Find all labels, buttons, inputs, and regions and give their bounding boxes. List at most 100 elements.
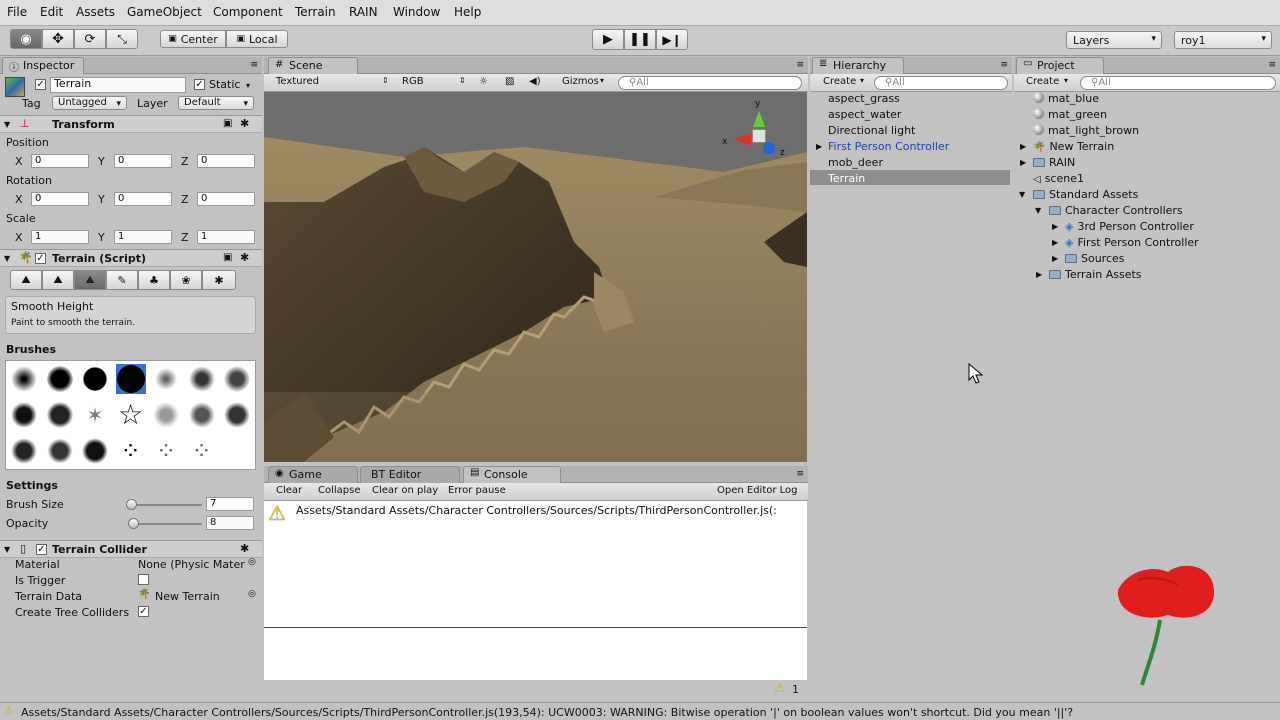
project-item-material[interactable]: mat_light_brown [1033, 124, 1139, 137]
hierarchy-item[interactable]: Directional light [828, 124, 915, 137]
image-toggle-icon[interactable]: ▨ [505, 76, 514, 87]
static-checkbox[interactable]: ✓ [194, 79, 205, 90]
clear-on-play-button[interactable]: Clear on play [372, 485, 438, 496]
menu-component[interactable]: Component [213, 5, 283, 19]
brush-size-field[interactable]: 7 [206, 497, 254, 511]
menu-gameobject[interactable]: GameObject [127, 5, 202, 19]
hierarchy-search-input[interactable]: ⚲All [874, 76, 1008, 90]
brush-swatch[interactable]: ⁘ [116, 436, 146, 466]
open-editor-log-button[interactable]: Open Editor Log [717, 485, 798, 496]
project-item-prefab[interactable]: ◈ 3rd Person Controller [1065, 220, 1194, 233]
brush-swatch[interactable]: ⁘ [151, 436, 181, 466]
pos-y-field[interactable]: 0 [114, 154, 172, 168]
opacity-field[interactable]: 8 [206, 516, 254, 530]
move-tool-button[interactable]: ✥ [42, 29, 74, 49]
expand-arrow-icon[interactable]: ▶ [1052, 238, 1058, 247]
scene-search-input[interactable]: ⚲All [618, 76, 802, 90]
terrain-collider-header[interactable]: ▼ ▯ ✓ Terrain Collider ✱ [0, 540, 262, 558]
hierarchy-item-selected[interactable]: Terrain [828, 172, 865, 185]
panel-menu-icon[interactable]: ≡ [1268, 60, 1276, 70]
static-dropdown-arrow[interactable]: ▾ [246, 81, 250, 90]
status-bar[interactable]: ⚠ Assets/Standard Assets/Character Contr… [0, 702, 1280, 720]
render-mode-dropdown[interactable]: Textured [276, 76, 319, 87]
brush-swatch[interactable] [9, 436, 39, 466]
brush-swatch[interactable] [187, 400, 217, 430]
menu-terrain[interactable]: Terrain [295, 5, 336, 19]
hierarchy-create-button[interactable]: Create [823, 76, 856, 87]
brush-swatch[interactable] [80, 364, 110, 394]
help-icon[interactable]: ▣ [223, 118, 232, 129]
layers-dropdown[interactable]: Layers [1066, 31, 1162, 49]
orientation-gizmo[interactable]: y x z [719, 95, 794, 170]
brush-swatch[interactable] [45, 364, 75, 394]
rot-y-field[interactable]: 0 [114, 192, 172, 206]
opacity-slider-thumb[interactable] [128, 518, 139, 529]
pos-x-field[interactable]: 0 [31, 154, 89, 168]
expand-arrow-icon[interactable]: ▶ [1036, 270, 1042, 279]
object-name-field[interactable]: Terrain [50, 77, 186, 93]
create-tree-colliders-checkbox[interactable]: ✓ [138, 606, 149, 617]
material-field[interactable]: None (Physic Mater [138, 558, 250, 571]
render-mode-arrow-icon[interactable]: ⇕ [382, 76, 389, 85]
project-item-material[interactable]: mat_blue [1033, 92, 1099, 105]
brush-swatch[interactable] [151, 400, 181, 430]
tag-dropdown[interactable]: Untagged [52, 96, 127, 110]
terrain-settings-tool-button[interactable]: ✱ [202, 270, 236, 290]
gizmos-dropdown[interactable]: Gizmos [562, 76, 599, 87]
brush-swatch[interactable] [9, 364, 39, 394]
expand-arrow-icon[interactable]: ▶ [1020, 142, 1026, 151]
project-item-folder[interactable]: Standard Assets [1033, 188, 1138, 201]
collapse-arrow-icon[interactable]: ▼ [1019, 190, 1025, 199]
panel-menu-icon[interactable]: ≡ [796, 469, 804, 479]
rot-z-field[interactable]: 0 [197, 192, 255, 206]
menu-file[interactable]: File [7, 5, 27, 19]
project-item-scene[interactable]: ◁ scene1 [1033, 172, 1084, 185]
collapse-arrow-icon[interactable]: ▼ [4, 545, 10, 554]
panel-menu-icon[interactable]: ≡ [250, 60, 258, 70]
clear-button[interactable]: Clear [276, 485, 302, 496]
expand-arrow-icon[interactable]: ▶ [1052, 254, 1058, 263]
view-tool-button[interactable]: ◉ [10, 29, 42, 49]
play-button[interactable]: ▶ [592, 29, 624, 50]
layer-dropdown[interactable]: Default [178, 96, 254, 110]
menu-assets[interactable]: Assets [76, 5, 115, 19]
brush-swatch[interactable] [187, 364, 217, 394]
hierarchy-item[interactable]: aspect_grass [828, 92, 900, 105]
project-item-material[interactable]: mat_green [1033, 108, 1107, 121]
tab-bt-editor[interactable]: BT Editor [360, 466, 460, 483]
gear-icon[interactable]: ✱ [240, 251, 249, 264]
paint-height-tool-button[interactable]: ⛰ [42, 270, 74, 290]
gizmos-arrow-icon[interactable]: ▾ [600, 76, 604, 85]
object-active-checkbox[interactable]: ✓ [35, 79, 46, 90]
lighting-toggle-icon[interactable]: ☼ [479, 76, 488, 87]
brush-size-slider-track[interactable] [128, 504, 202, 506]
collapse-arrow-icon[interactable]: ▼ [1035, 206, 1041, 215]
pivot-local-button[interactable]: ▣ Local [226, 30, 288, 48]
panel-menu-icon[interactable]: ≡ [796, 60, 804, 70]
scale-tool-button[interactable]: ⤡ [106, 29, 138, 49]
brush-swatch[interactable] [151, 364, 181, 394]
brush-swatch[interactable]: ⁘ [187, 436, 217, 466]
project-item-terrain[interactable]: 🌴 New Terrain [1033, 140, 1114, 153]
color-mode-dropdown[interactable]: RGB [402, 76, 424, 87]
brush-size-slider-thumb[interactable] [126, 499, 137, 510]
color-mode-arrow-icon[interactable]: ⇕ [459, 76, 466, 85]
collapse-button[interactable]: Collapse [318, 485, 361, 496]
panel-menu-icon[interactable]: ≡ [1000, 60, 1008, 70]
is-trigger-checkbox[interactable] [138, 574, 149, 585]
project-item-folder[interactable]: Sources [1065, 252, 1125, 265]
create-arrow-icon[interactable]: ▾ [1064, 76, 1068, 85]
brush-swatch[interactable]: ✶ [80, 400, 110, 430]
hierarchy-item[interactable]: aspect_water [828, 108, 901, 121]
gear-icon[interactable]: ✱ [240, 542, 249, 555]
menu-edit[interactable]: Edit [40, 5, 63, 19]
hierarchy-item-prefab[interactable]: First Person Controller [828, 140, 949, 153]
place-trees-tool-button[interactable]: ♣ [138, 270, 170, 290]
step-button[interactable]: ▶❙ [656, 29, 688, 50]
brush-swatch[interactable] [9, 400, 39, 430]
brush-swatch[interactable]: ☆ [116, 400, 146, 430]
collapse-arrow-icon[interactable]: ▼ [4, 120, 10, 129]
scl-y-field[interactable]: 1 [114, 230, 172, 244]
brush-swatch[interactable] [115, 364, 146, 394]
scene-viewport[interactable]: y x z [264, 92, 807, 462]
